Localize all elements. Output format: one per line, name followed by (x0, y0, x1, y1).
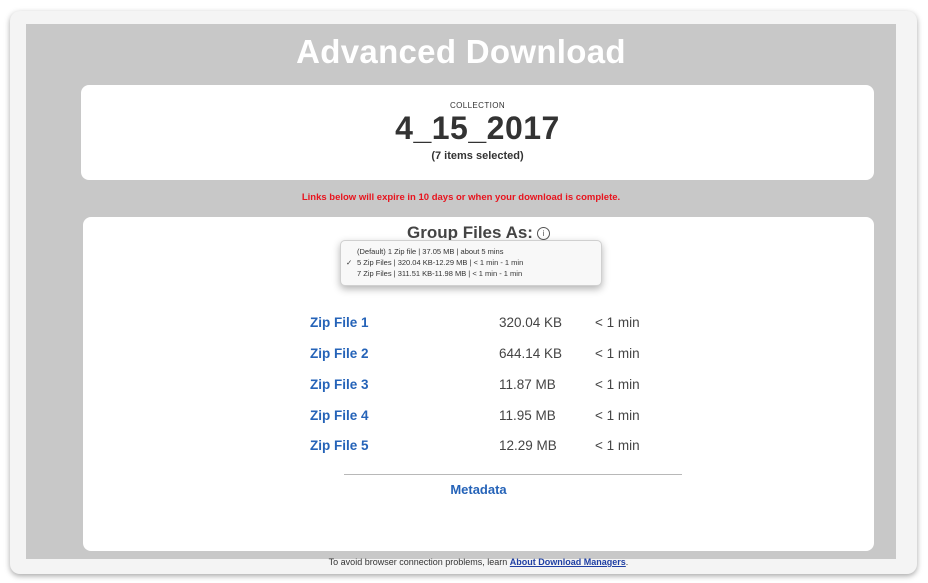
file-size: 11.95 MB (499, 408, 556, 423)
page-title: Advanced Download (296, 33, 626, 70)
expiry-notice: Links below will expire in 10 days or wh… (301, 192, 621, 203)
file-time: < 1 min (595, 408, 640, 423)
footer-note: To avoid browser connection problems, le… (83, 557, 874, 567)
group-files-dropdown[interactable]: (Default) 1 Zip file | 37.05 MB | about … (340, 240, 602, 286)
zip-file-link[interactable]: Zip File 5 (310, 438, 369, 453)
selected-count: (7 items selected) (431, 150, 524, 162)
option-label: 5 Zip Files | 320.04 KB-12.29 MB | < 1 m… (357, 258, 524, 267)
dropdown-option-default[interactable]: (Default) 1 Zip file | 37.05 MB | about … (341, 246, 601, 257)
file-time: < 1 min (595, 315, 640, 330)
zip-file-link[interactable]: Zip File 2 (310, 346, 369, 361)
file-size: 11.87 MB (499, 377, 556, 392)
dropdown-option-5-zip[interactable]: ✓ 5 Zip Files | 320.04 KB-12.29 MB | < 1… (341, 257, 601, 268)
download-managers-link[interactable]: About Download Managers (510, 557, 626, 567)
files-card: Group Files As: i (Default) 1 Zip file | … (83, 217, 874, 567)
file-row: Zip File 3 11.87 MB < 1 min (83, 377, 874, 397)
checkmark-icon: ✓ (346, 258, 353, 267)
file-size: 644.14 KB (499, 346, 563, 361)
collection-card: COLLECTION 4_15_2017 (7 items selected) (81, 85, 874, 180)
metadata-link[interactable]: Metadata (83, 482, 874, 497)
zip-file-link[interactable]: Zip File 4 (310, 408, 369, 423)
file-size: 12.29 MB (499, 438, 557, 453)
option-label: 7 Zip Files | 311.51 KB-11.98 MB | < 1 m… (357, 269, 523, 278)
file-row: Zip File 1 320.04 KB < 1 min (83, 315, 874, 335)
file-row: Zip File 2 644.14 KB < 1 min (83, 346, 874, 366)
option-label: (Default) 1 Zip file | 37.05 MB | about … (357, 247, 504, 256)
info-icon[interactable]: i (536, 227, 550, 241)
file-time: < 1 min (595, 346, 640, 361)
dropdown-option-7-zip[interactable]: 7 Zip Files | 311.51 KB-11.98 MB | < 1 m… (341, 268, 601, 279)
file-row: Zip File 5 12.29 MB < 1 min (83, 438, 874, 458)
collection-label: COLLECTION (449, 101, 506, 110)
download-panel: Advanced Download COLLECTION 4_15_2017 (… (26, 24, 896, 567)
file-row: Zip File 4 11.95 MB < 1 min (83, 408, 874, 428)
footer-text: To avoid browser connection problems, le… (328, 557, 510, 567)
zip-file-link[interactable]: Zip File 1 (310, 315, 369, 330)
zip-file-link[interactable]: Zip File 3 (310, 377, 369, 392)
divider (344, 474, 682, 475)
footer-suffix: . (625, 557, 629, 567)
file-time: < 1 min (595, 377, 640, 392)
file-size: 320.04 KB (499, 315, 563, 330)
collection-name: 4_15_2017 (395, 110, 560, 146)
file-time: < 1 min (595, 438, 640, 453)
